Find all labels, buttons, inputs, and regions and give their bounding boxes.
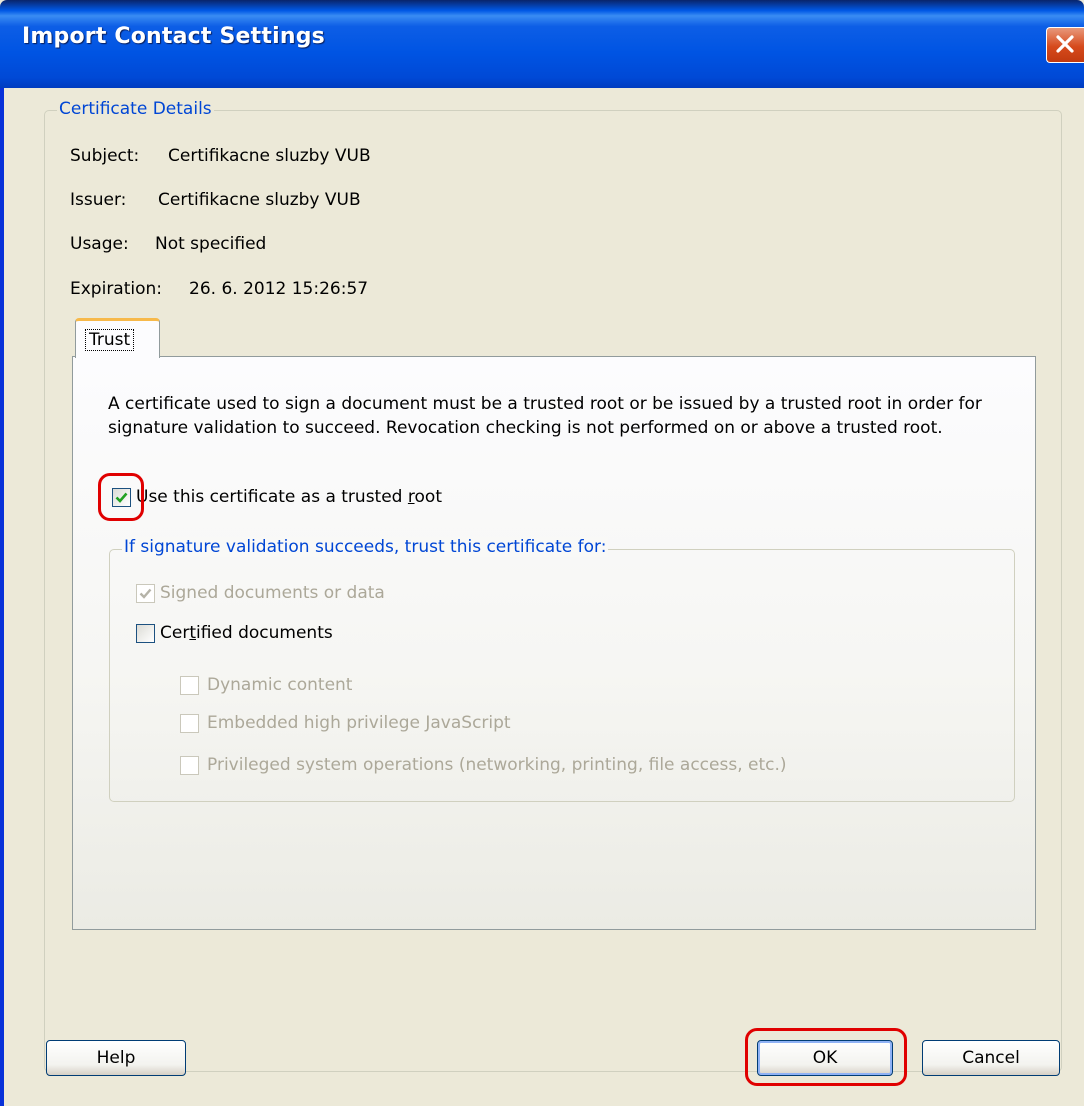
issuer-label: Issuer:: [70, 190, 127, 210]
embedded-javascript-checkbox[interactable]: [180, 714, 199, 733]
trust-description: A certificate used to sign a document mu…: [108, 394, 982, 438]
ok-button-highlight: [745, 1028, 907, 1086]
expiration-value: 26. 6. 2012 15:26:57: [189, 279, 369, 299]
cancel-button[interactable]: Cancel: [922, 1040, 1060, 1076]
tab-trust-label: Trust: [85, 329, 135, 351]
usage-value: Not specified: [155, 234, 267, 254]
window-title: Import Contact Settings: [22, 24, 325, 49]
close-icon: [1056, 35, 1074, 53]
dynamic-content-checkbox[interactable]: [180, 676, 199, 695]
signed-documents-label: Signed documents or data: [160, 583, 385, 603]
privileged-operations-label: Privileged system operations (networking…: [207, 755, 787, 775]
embedded-javascript-label: Embedded high privilege JavaScript: [207, 713, 511, 733]
validation-trust-legend: If signature validation succeeds, trust …: [122, 537, 609, 557]
issuer-value: Certifikacne sluzby VUB: [158, 190, 361, 210]
subject-label: Subject:: [70, 146, 140, 166]
trusted-root-highlight: [98, 473, 144, 521]
subject-value: Certifikacne sluzby VUB: [168, 146, 371, 166]
title-bar: Import Contact Settings: [0, 0, 1084, 88]
trusted-root-label: Use this certificate as a trusted root: [136, 487, 442, 507]
certified-documents-label: Certified documents: [160, 623, 333, 643]
expiration-label: Expiration:: [70, 279, 163, 299]
checkmark-icon: [139, 588, 152, 599]
help-button[interactable]: Help: [46, 1040, 186, 1076]
certified-documents-checkbox[interactable]: [136, 624, 155, 643]
tab-trust[interactable]: Trust: [75, 318, 160, 358]
signed-documents-checkbox[interactable]: [136, 584, 155, 603]
dynamic-content-label: Dynamic content: [207, 675, 353, 695]
usage-label: Usage:: [70, 234, 129, 254]
privileged-operations-checkbox[interactable]: [180, 756, 199, 775]
certificate-details-legend: Certificate Details: [57, 99, 214, 119]
close-button[interactable]: [1046, 27, 1084, 63]
